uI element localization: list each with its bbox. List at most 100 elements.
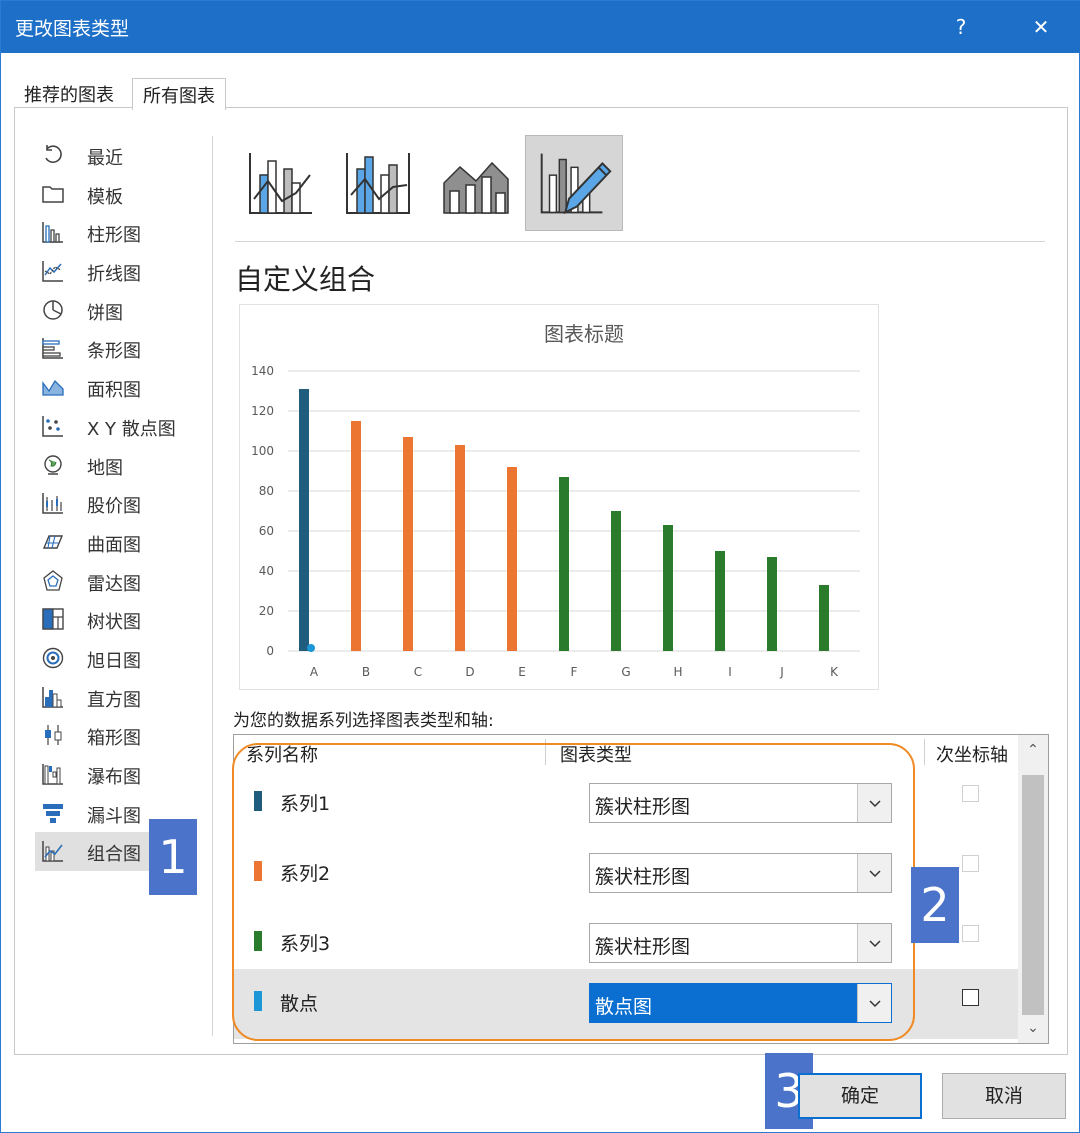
- header-separator: [924, 739, 925, 765]
- sidebar-item-combo[interactable]: 组合图: [35, 832, 153, 872]
- sidebar-item-xy-scatter[interactable]: X Y 散点图: [35, 407, 195, 446]
- dropdown-button[interactable]: [857, 924, 891, 962]
- tab-recommended-charts[interactable]: 推荐的图表: [14, 78, 124, 108]
- pie-chart-icon: [43, 300, 63, 320]
- x-tick-label: J: [779, 665, 784, 679]
- chart-type-dropdown[interactable]: 散点图: [589, 983, 892, 1023]
- secondary-axis-checkbox[interactable]: [962, 925, 979, 942]
- stock-chart-icon: [42, 493, 63, 514]
- sidebar-item-label: 漏斗图: [87, 805, 141, 827]
- bar: [559, 477, 569, 651]
- cancel-button[interactable]: 取消: [942, 1073, 1066, 1119]
- table-row: 系列1 簇状柱形图: [234, 769, 1018, 839]
- sidebar-item-line[interactable]: 折线图: [35, 252, 195, 291]
- x-tick-label: D: [465, 665, 474, 679]
- x-tick-label: K: [830, 665, 839, 679]
- sidebar-item-pie[interactable]: 饼图: [35, 291, 195, 330]
- header-separator: [545, 739, 546, 765]
- chart-category-list: 最近 模板 柱形图 折线图 饼图 条形图 面积图 X Y 散点图 地图 股价图 …: [35, 136, 195, 872]
- chart-type-value: 簇状柱形图: [595, 866, 691, 888]
- series-name: 散点: [280, 993, 319, 1015]
- change-chart-type-dialog: 更改图表类型 ? ✕ 推荐的图表 所有图表 最近 模板 柱形图 折线图 饼图 条…: [0, 0, 1080, 1133]
- tab-all-charts[interactable]: 所有图表: [132, 78, 226, 110]
- subtype-clustered-column-line-secondary[interactable]: [331, 135, 429, 231]
- subtype-custom-combination[interactable]: [525, 135, 623, 231]
- sidebar-item-box-whisker[interactable]: 箱形图: [35, 716, 195, 755]
- series-name: 系列1: [280, 793, 331, 815]
- help-button[interactable]: ?: [941, 9, 981, 45]
- sidebar-item-label: X Y 散点图: [87, 418, 176, 440]
- sidebar-item-radar[interactable]: 雷达图: [35, 562, 195, 601]
- sidebar-item-label: 饼图: [87, 302, 123, 324]
- sidebar-item-area[interactable]: 面积图: [35, 368, 195, 407]
- sidebar-item-stock[interactable]: 股价图: [35, 484, 195, 523]
- sidebar-item-waterfall[interactable]: 瀑布图: [35, 755, 195, 794]
- custom-combination-icon: [540, 153, 612, 215]
- bar: [663, 525, 673, 651]
- secondary-axis-checkbox[interactable]: [962, 785, 979, 802]
- sidebar-item-templates[interactable]: 模板: [35, 175, 195, 214]
- chart-type-value: 簇状柱形图: [595, 936, 691, 958]
- series-prompt: 为您的数据系列选择图表类型和轴:: [233, 711, 494, 731]
- dialog-title: 更改图表类型: [15, 18, 130, 40]
- panel-divider: [212, 136, 213, 1036]
- sidebar-item-label: 股价图: [87, 496, 141, 518]
- x-tick-label: H: [673, 665, 682, 679]
- sidebar-item-sunburst[interactable]: 旭日图: [35, 639, 195, 678]
- sidebar-item-histogram[interactable]: 直方图: [35, 678, 195, 717]
- bar: [507, 467, 517, 651]
- scatter-point: [307, 644, 315, 652]
- box-whisker-chart-icon: [45, 725, 62, 746]
- sidebar-item-label: 瀑布图: [87, 767, 141, 788]
- series-color-swatch: [254, 931, 262, 951]
- sidebar-item-label: 地图: [87, 457, 123, 479]
- sidebar-item-recent[interactable]: 最近: [35, 136, 195, 175]
- close-button[interactable]: ✕: [1021, 9, 1061, 45]
- bar: [299, 389, 309, 651]
- scroll-down-icon[interactable]: ⌄: [1018, 1013, 1048, 1043]
- subtype-clustered-column-line[interactable]: [234, 135, 332, 231]
- scrollbar-thumb[interactable]: [1022, 775, 1044, 1015]
- sidebar-item-label: 面积图: [87, 380, 141, 402]
- chevron-down-icon: [869, 800, 881, 808]
- ok-button[interactable]: 确定: [798, 1073, 922, 1119]
- y-tick-label: 60: [259, 524, 274, 538]
- sidebar-item-surface[interactable]: 曲面图: [35, 523, 195, 562]
- bar: [767, 557, 777, 651]
- dropdown-button[interactable]: [857, 854, 891, 892]
- histogram-chart-icon: [42, 686, 63, 708]
- treemap-chart-icon: [42, 608, 64, 630]
- chart-type-dropdown[interactable]: 簇状柱形图: [589, 783, 892, 823]
- sidebar-item-bar[interactable]: 条形图: [35, 329, 195, 368]
- chart-type-value: 散点图: [595, 996, 653, 1018]
- sidebar-item-column[interactable]: 柱形图: [35, 213, 195, 252]
- subtype-stacked-area-clustered-column[interactable]: [428, 135, 526, 231]
- scroll-up-icon[interactable]: ⌃: [1018, 735, 1048, 765]
- bar: [351, 421, 361, 651]
- sidebar-item-label: 树状图: [87, 612, 141, 634]
- x-tick-label: I: [728, 665, 732, 679]
- dropdown-button[interactable]: [857, 984, 891, 1022]
- header-secondary-axis: 次坐标轴: [936, 745, 1008, 766]
- dropdown-button[interactable]: [857, 784, 891, 822]
- sidebar-item-map[interactable]: 地图: [35, 446, 195, 485]
- recent-icon: [45, 145, 62, 164]
- sidebar-item-label: 雷达图: [87, 573, 141, 595]
- sunburst-chart-icon: [42, 647, 64, 669]
- chart-type-dropdown[interactable]: 簇状柱形图: [589, 853, 892, 893]
- sidebar-item-label: 旭日图: [87, 650, 141, 672]
- chart-type-value: 簇状柱形图: [595, 796, 691, 818]
- clustered-column-line-icon: [249, 153, 312, 214]
- sidebar-item-treemap[interactable]: 树状图: [35, 600, 195, 639]
- table-scrollbar[interactable]: ⌃ ⌄: [1018, 735, 1048, 1043]
- secondary-axis-checkbox[interactable]: [962, 855, 979, 872]
- y-tick-label: 140: [251, 364, 274, 378]
- y-tick-label: 0: [266, 644, 274, 658]
- x-tick-label: C: [414, 665, 422, 679]
- y-tick-label: 80: [259, 484, 274, 498]
- y-tick-label: 20: [259, 604, 274, 618]
- secondary-axis-checkbox[interactable]: [962, 989, 979, 1006]
- bar: [403, 437, 413, 651]
- chevron-down-icon: [869, 1000, 881, 1008]
- chart-type-dropdown[interactable]: 簇状柱形图: [589, 923, 892, 963]
